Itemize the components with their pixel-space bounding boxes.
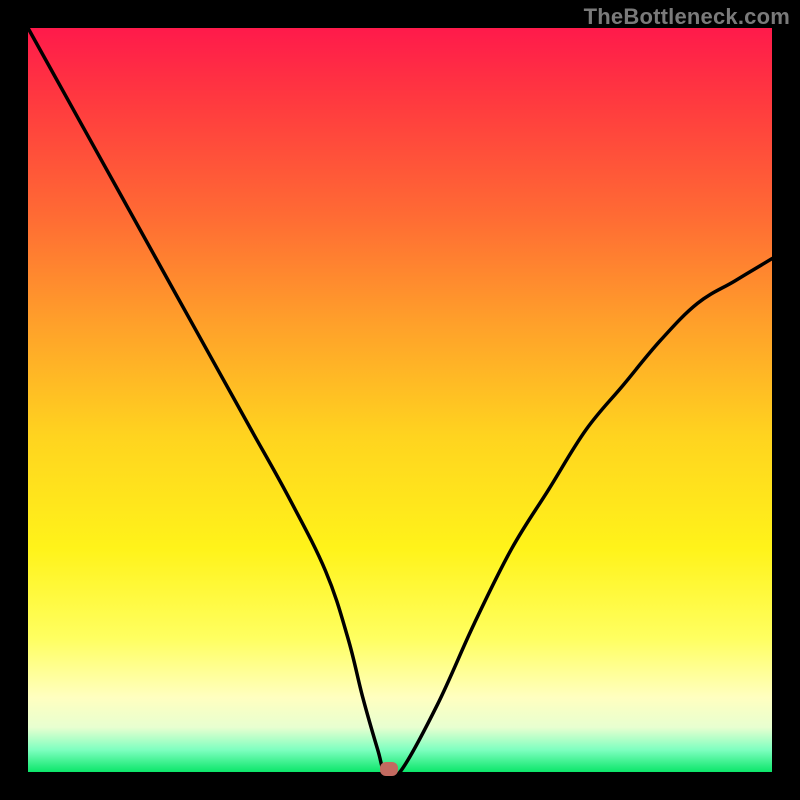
chart-plot-area: [28, 28, 772, 772]
watermark-label: TheBottleneck.com: [584, 4, 790, 30]
bottleneck-curve: [28, 28, 772, 772]
chart-frame: TheBottleneck.com: [0, 0, 800, 800]
optimal-point-marker: [380, 762, 398, 776]
